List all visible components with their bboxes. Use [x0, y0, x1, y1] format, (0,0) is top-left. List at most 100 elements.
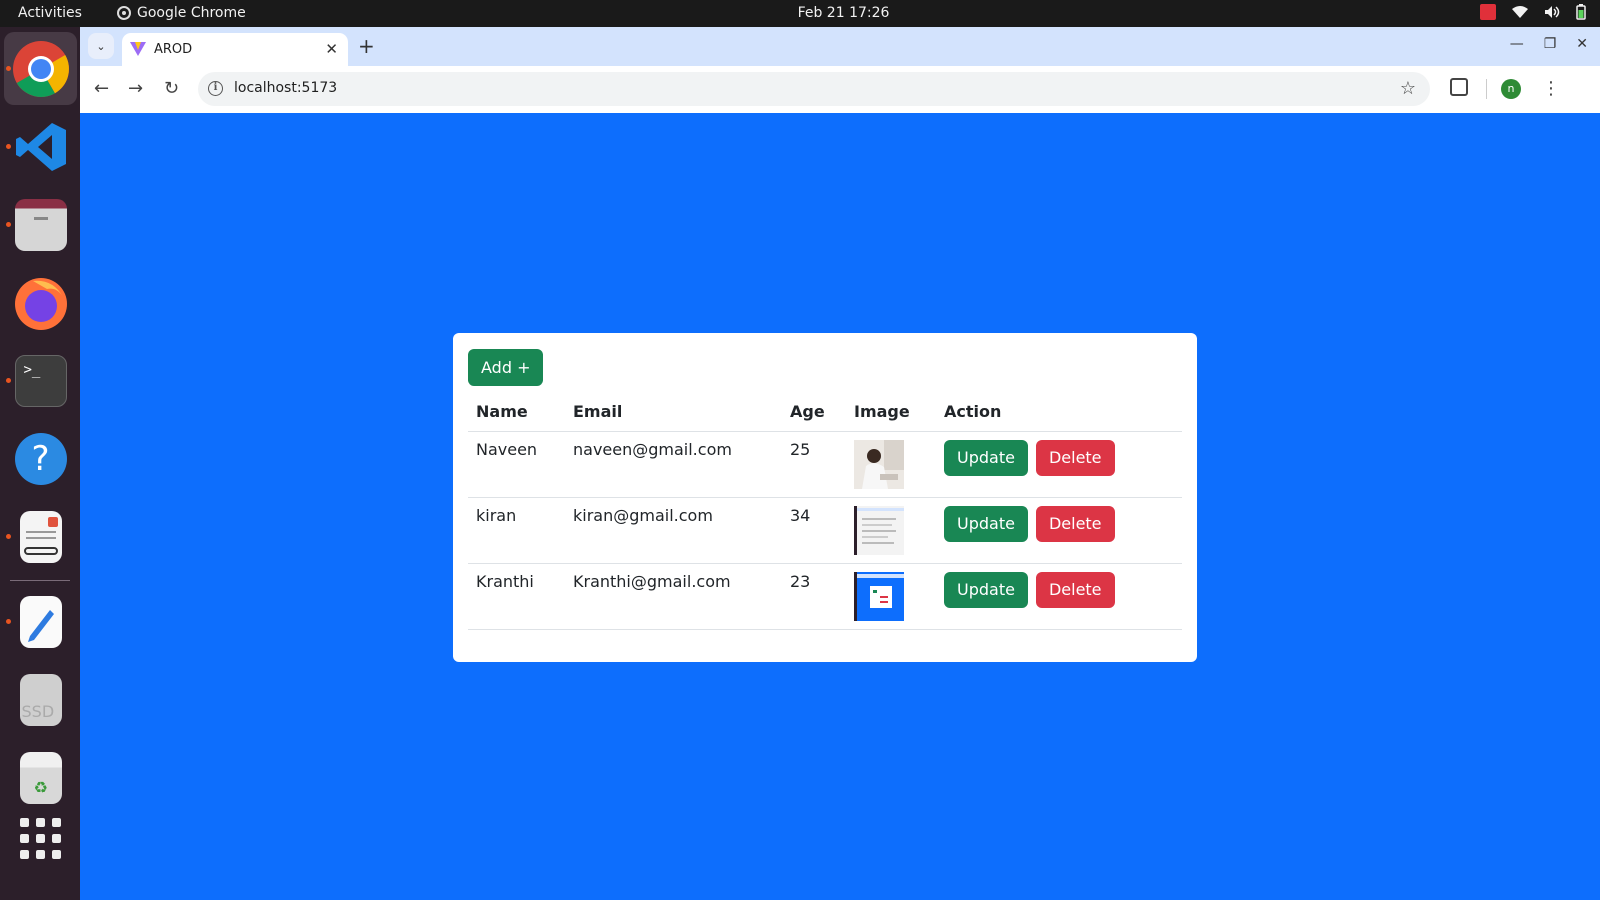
table-row: Naveen naveen@gmail.com 25 Update Delete: [468, 431, 1182, 498]
extensions-icon[interactable]: [1450, 78, 1468, 96]
restore-icon[interactable]: ❐: [1544, 36, 1557, 52]
toolbar-divider: [1486, 79, 1487, 99]
dock-help[interactable]: ?: [4, 422, 77, 495]
cell-name: Kranthi: [468, 563, 565, 630]
document-viewer-icon: [19, 510, 62, 563]
delete-button[interactable]: Delete: [1035, 440, 1115, 476]
delete-button[interactable]: Delete: [1035, 506, 1115, 542]
chrome-window: ⌄ AROD ✕ + — ❐ ✕ ← → ↻ i localhost:5173 …: [80, 27, 1600, 900]
update-button[interactable]: Update: [944, 440, 1028, 476]
chrome-small-icon: [117, 6, 131, 20]
running-indicator: [6, 222, 11, 227]
cell-age: 25: [782, 431, 846, 498]
column-header-email: Email: [565, 394, 782, 432]
cell-email: kiran@gmail.com: [565, 497, 782, 564]
person-photo-thumbnail: [854, 440, 904, 489]
delete-button[interactable]: Delete: [1035, 572, 1115, 608]
battery-icon[interactable]: [1576, 4, 1586, 20]
tab-title: AROD: [154, 42, 193, 57]
chrome-icon: [12, 40, 69, 97]
system-tray[interactable]: [1480, 4, 1586, 20]
browser-toolbar: ← → ↻ i localhost:5173 ☆ n ⋮: [80, 66, 1600, 113]
cell-actions: Update Delete: [936, 431, 1182, 498]
window-controls: — ❐ ✕: [1510, 36, 1588, 52]
dock: >_ ? SSD ♻: [0, 27, 80, 900]
cell-email: Kranthi@gmail.com: [565, 563, 782, 630]
address-bar[interactable]: i localhost:5173 ☆: [198, 72, 1430, 106]
dock-firefox[interactable]: [4, 266, 77, 339]
running-indicator: [6, 66, 11, 71]
column-header-name: Name: [468, 394, 565, 432]
cell-actions: Update Delete: [936, 497, 1182, 564]
reload-icon[interactable]: ↻: [164, 78, 179, 99]
volume-icon[interactable]: [1544, 5, 1560, 19]
show-apps-icon: [20, 818, 61, 859]
dock-vscode[interactable]: [4, 110, 77, 183]
text-editor-icon: [19, 595, 62, 648]
url-text[interactable]: localhost:5173: [234, 80, 337, 96]
cell-email: naveen@gmail.com: [565, 431, 782, 498]
running-indicator: [6, 619, 11, 624]
ssd-drive-icon: SSD: [19, 673, 62, 726]
cell-name: Naveen: [468, 431, 565, 498]
tab-strip: ⌄ AROD ✕ + — ❐ ✕: [80, 27, 1600, 66]
update-button[interactable]: Update: [944, 506, 1028, 542]
app-menu[interactable]: Google Chrome: [117, 5, 246, 21]
help-icon: ?: [14, 432, 67, 485]
ssd-label: SSD: [21, 701, 55, 721]
profile-avatar[interactable]: n: [1501, 79, 1521, 99]
column-header-age: Age: [782, 394, 846, 432]
cell-name: kiran: [468, 497, 565, 564]
page-viewport: Add + Name Email Age Image Action Naveen…: [80, 113, 1600, 900]
forward-arrow-icon[interactable]: →: [128, 78, 143, 99]
tab-search-button[interactable]: ⌄: [88, 33, 114, 59]
table-row: kiran kiran@gmail.com 34 Update Delete: [468, 497, 1182, 564]
cell-image: [846, 431, 936, 498]
dock-show-apps[interactable]: [4, 802, 77, 875]
cell-image: [846, 563, 936, 630]
dock-text-editor[interactable]: [4, 585, 77, 658]
cell-image: [846, 497, 936, 564]
running-indicator: [6, 144, 11, 149]
column-header-action: Action: [936, 394, 1182, 432]
files-icon: [14, 198, 67, 251]
update-button[interactable]: Update: [944, 572, 1028, 608]
running-indicator: [6, 378, 11, 383]
screenshot-thumbnail: [854, 506, 904, 555]
activities-button[interactable]: Activities: [18, 5, 82, 21]
wifi-icon[interactable]: [1512, 5, 1528, 19]
app-name: Google Chrome: [137, 5, 246, 21]
column-header-image: Image: [846, 394, 936, 432]
bookmark-star-icon[interactable]: ☆: [1400, 78, 1416, 99]
notification-icon[interactable]: [1480, 4, 1496, 20]
top-bar: Activities Google Chrome Feb 21 17:26: [0, 0, 1600, 27]
firefox-icon: [14, 277, 67, 330]
terminal-icon: >_: [14, 354, 67, 407]
users-table: Name Email Age Image Action Naveen navee…: [468, 394, 1182, 630]
tab-arod[interactable]: AROD ✕: [122, 33, 348, 66]
users-card: Add + Name Email Age Image Action Naveen…: [453, 333, 1197, 662]
dock-chrome[interactable]: [4, 32, 77, 105]
back-arrow-icon[interactable]: ←: [94, 78, 109, 99]
cell-age: 34: [782, 497, 846, 564]
cell-age: 23: [782, 563, 846, 630]
dock-files[interactable]: [4, 188, 77, 261]
table-row: Kranthi Kranthi@gmail.com 23 Update Dele…: [468, 563, 1182, 630]
site-info-icon[interactable]: i: [208, 81, 223, 96]
running-indicator: [6, 534, 11, 539]
close-window-icon[interactable]: ✕: [1576, 36, 1588, 52]
minimize-icon[interactable]: —: [1510, 36, 1524, 52]
tab-close-icon[interactable]: ✕: [325, 40, 338, 58]
vscode-icon: [15, 122, 66, 171]
dock-terminal[interactable]: >_: [4, 344, 77, 417]
new-tab-button[interactable]: +: [358, 34, 375, 58]
chrome-menu-icon[interactable]: ⋮: [1542, 78, 1560, 99]
vite-favicon-icon: [130, 42, 146, 56]
trash-icon: ♻: [19, 751, 62, 804]
cell-actions: Update Delete: [936, 563, 1182, 630]
dock-document-viewer[interactable]: [4, 500, 77, 573]
table-header-row: Name Email Age Image Action: [468, 394, 1182, 432]
dock-ssd[interactable]: SSD: [4, 663, 77, 736]
add-button[interactable]: Add +: [468, 349, 544, 386]
screenshot-thumbnail: [854, 572, 904, 621]
